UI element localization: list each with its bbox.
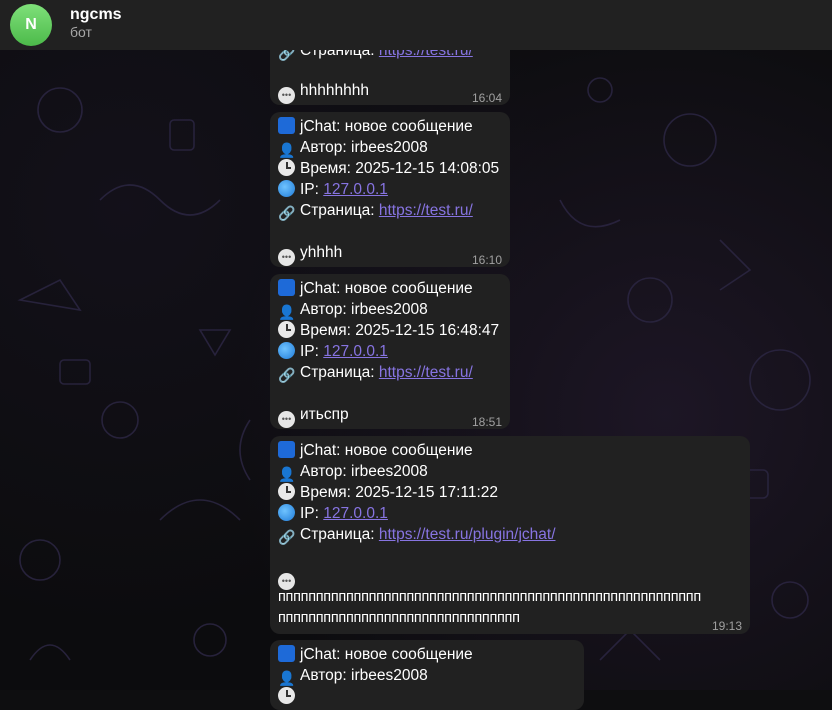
- message-text-line: ••• yhhhh: [278, 242, 342, 266]
- chat-title: ngcms: [70, 6, 122, 23]
- message-link-line: 🔗 Страница: https://test.ru/: [278, 200, 473, 222]
- message-time: 16:10: [471, 253, 502, 267]
- clock-icon: [278, 483, 295, 500]
- chat-header[interactable]: N ngcms бот: [0, 0, 832, 50]
- message-author-line: 👤 Автор: irbees2008: [278, 137, 428, 159]
- link-label: Страница:: [300, 202, 375, 219]
- message-text: yhhhh: [300, 244, 343, 261]
- message-author-line: 👤 Автор: irbees2008: [278, 299, 428, 321]
- blue-square-icon: [278, 117, 295, 134]
- message-text-line-1: пппппппппппппппппппппппппппппппппппппппп…: [278, 589, 701, 605]
- message-time: 19:13: [711, 619, 742, 633]
- user-icon: 👤: [278, 142, 296, 158]
- message-ip-line: IP: 127.0.0.1: [278, 341, 388, 362]
- user-icon: 👤: [278, 466, 296, 482]
- globe-icon: [278, 180, 295, 197]
- chat-subtitle: бот: [70, 24, 92, 40]
- message-author: Автор: irbees2008: [300, 667, 428, 684]
- message-text-line: ••• hhhhhhhh: [278, 80, 369, 104]
- message-author: Автор: irbees2008: [300, 301, 428, 318]
- link-label: Страница:: [300, 364, 375, 381]
- message-header: jChat: новое сообщение: [300, 646, 473, 663]
- globe-icon: [278, 342, 295, 359]
- link-icon: 🔗: [278, 367, 296, 383]
- message-time: 18:51: [471, 415, 502, 429]
- ip-link[interactable]: 127.0.0.1: [323, 505, 388, 522]
- message-datetime: Время: 2025-12-15 14:08:05: [300, 160, 500, 177]
- message-header-line: jChat: новое сообщение: [278, 440, 473, 461]
- user-icon: 👤: [278, 304, 296, 320]
- page-link[interactable]: https://test.ru/: [379, 202, 473, 219]
- ip-link[interactable]: 127.0.0.1: [323, 343, 388, 360]
- message-ip-line: IP: 127.0.0.1: [278, 179, 388, 200]
- message-author: Автор: irbees2008: [300, 139, 428, 156]
- message-bubble[interactable]: jChat: новое сообщение 👤 Автор: irbees200…: [270, 640, 584, 710]
- message-time-line: Время: 2025-12-15 17:11:22: [278, 482, 498, 503]
- message-time-line: Время: 2025-12-15 14:08:05: [278, 158, 499, 179]
- message-author-line: 👤 Автор: irbees2008: [278, 461, 428, 483]
- message-header-line: jChat: новое сообщение: [278, 278, 473, 299]
- user-icon: 👤: [278, 670, 296, 686]
- link-label: Страница:: [300, 526, 375, 543]
- globe-icon: [278, 504, 295, 521]
- clock-icon: [278, 321, 295, 338]
- message-time: 16:04: [471, 91, 502, 105]
- message-header-line: jChat: новое сообщение: [278, 116, 473, 137]
- message-bubble[interactable]: jChat: новое сообщение 👤 Автор: irbees200…: [270, 436, 750, 634]
- message-bubble[interactable]: jChat: новое сообщение 👤 Автор: irbees200…: [270, 112, 510, 267]
- message-time-line: Время: 2025-12-15 16:48:47: [278, 320, 499, 341]
- message-link-line: 🔗 Страница: https://test.ru/: [278, 362, 473, 384]
- message-bubble[interactable]: jChat: новое сообщение 👤 Автор: irbees200…: [270, 274, 510, 429]
- message-header-line: jChat: новое сообщение: [278, 644, 473, 665]
- ip-link[interactable]: 127.0.0.1: [323, 181, 388, 198]
- ip-label: IP:: [300, 343, 319, 360]
- message-author: Автор: irbees2008: [300, 463, 428, 480]
- message-header: jChat: новое сообщение: [300, 280, 473, 297]
- message-header: jChat: новое сообщение: [300, 442, 473, 459]
- message-text-line: ••• итьспр: [278, 404, 349, 428]
- ip-label: IP:: [300, 181, 319, 198]
- message-time-line: [278, 686, 300, 707]
- message-text-line-2: пппппппппппппппппппппппппппппппп: [278, 610, 520, 626]
- link-icon: 🔗: [278, 205, 296, 221]
- message-header: jChat: новое сообщение: [300, 118, 473, 135]
- speech-bubble-icon: •••: [278, 87, 295, 104]
- message-datetime: Время: 2025-12-15 17:11:22: [300, 484, 499, 501]
- speech-bubble-icon: •••: [278, 411, 295, 428]
- ip-label: IP:: [300, 505, 319, 522]
- link-icon: 🔗: [278, 529, 296, 545]
- blue-square-icon: [278, 441, 295, 458]
- page-link[interactable]: https://test.ru/plugin/jchat/: [379, 526, 556, 543]
- message-author-line: 👤 Автор: irbees2008: [278, 665, 428, 687]
- blue-square-icon: [278, 645, 295, 662]
- speech-bubble-icon: •••: [278, 249, 295, 266]
- blue-square-icon: [278, 279, 295, 296]
- page-link[interactable]: https://test.ru/: [379, 364, 473, 381]
- message-datetime: Время: 2025-12-15 16:48:47: [300, 322, 500, 339]
- message-text: итьспр: [300, 406, 349, 423]
- clock-icon: [278, 159, 295, 176]
- message-ip-line: IP: 127.0.0.1: [278, 503, 388, 524]
- message-link-line: 🔗 Страница: https://test.ru/plugin/jchat/: [278, 524, 556, 546]
- avatar[interactable]: N: [10, 4, 52, 46]
- message-text: hhhhhhhh: [300, 82, 369, 99]
